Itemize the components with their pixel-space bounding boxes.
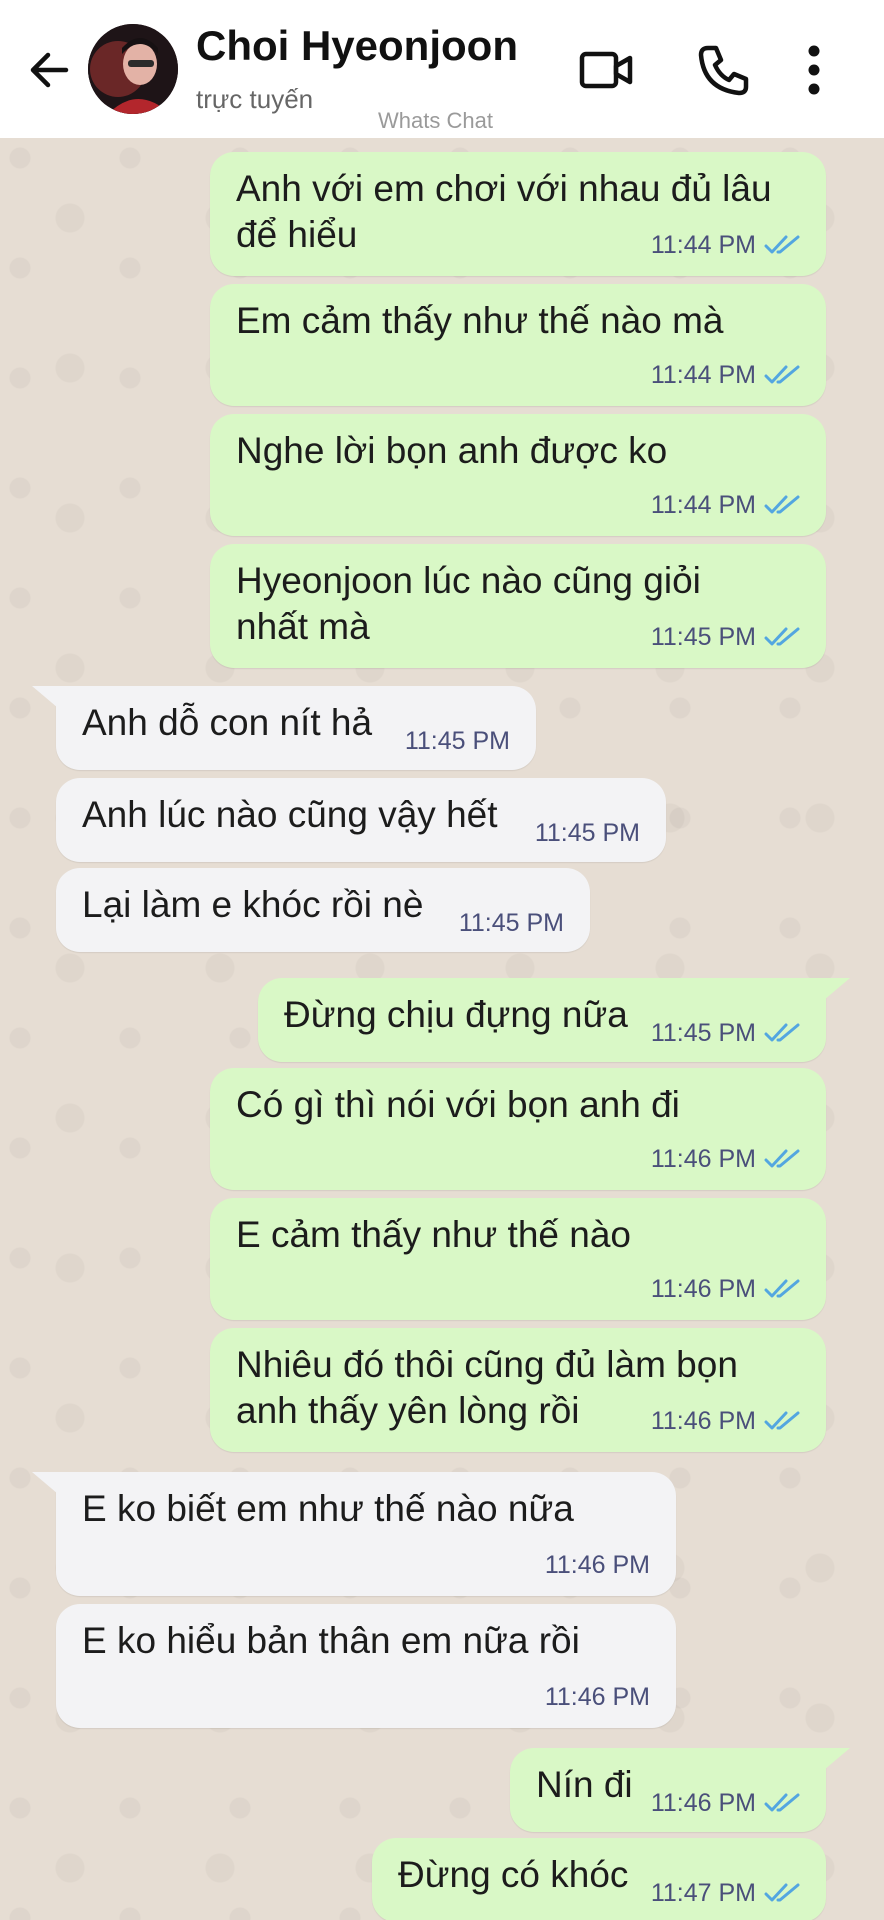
voice-call-button[interactable] — [696, 42, 752, 98]
arrow-left-icon — [30, 52, 69, 88]
message-text: để hiểu — [236, 214, 358, 255]
message-text: Nhiêu đó thôi cũng đủ làm bọn — [236, 1344, 738, 1385]
message-time: 11:45 PM — [650, 1019, 756, 1047]
message-time: 11:45 PM — [458, 909, 564, 937]
message-time: 11:45 PM — [534, 819, 640, 847]
back-button[interactable] — [22, 42, 78, 98]
contact-status: trực tuyến — [196, 84, 314, 114]
video-call-button[interactable] — [578, 46, 634, 94]
double-check-icon — [764, 1148, 802, 1170]
message-time: 11:46 PM — [650, 1145, 756, 1173]
double-check-icon — [764, 1278, 802, 1300]
incoming-message[interactable]: Lại làm e khóc rồi nè 11:45 PM — [56, 868, 590, 952]
avatar-picture — [88, 24, 178, 114]
outgoing-message[interactable]: Hyeonjoon lúc nào cũng giỏi nhất mà 11:45 … — [210, 544, 826, 668]
message-time: 11:44 PM — [650, 491, 756, 519]
outgoing-message[interactable]: Anh với em chơi với nhau đủ lâu để hiểu 11… — [210, 152, 826, 276]
incoming-message[interactable]: Anh dỗ con nít hả 11:45 PM — [32, 686, 536, 770]
outgoing-message[interactable]: Nghe lời bọn anh được ko 11:44 PM — [210, 414, 826, 536]
double-check-icon — [764, 494, 802, 516]
avatar[interactable] — [88, 24, 178, 114]
outgoing-message[interactable]: Đừng có khóc 11:47 PM — [372, 1838, 826, 1920]
message-text: Nín đi — [536, 1764, 633, 1805]
more-options-button[interactable] — [796, 40, 832, 100]
message-time: 11:45 PM — [404, 727, 510, 755]
bubble-tail — [32, 686, 58, 708]
bubble-tail — [824, 1748, 850, 1770]
outgoing-message[interactable]: Đừng chịu đựng nữa 11:45 PM — [258, 978, 850, 1062]
outgoing-message[interactable]: E cảm thấy như thế nào 11:46 PM — [210, 1198, 826, 1320]
double-check-icon — [764, 234, 802, 256]
incoming-message[interactable]: E ko hiểu bản thân em nữa rồi 11:46 PM — [56, 1604, 676, 1728]
message-text: nhất mà — [236, 606, 370, 647]
double-check-icon — [764, 626, 802, 648]
message-time: 11:45 PM — [650, 623, 756, 651]
video-camera-icon — [579, 51, 633, 89]
outgoing-message[interactable]: Có gì thì nói với bọn anh đi 11:46 PM — [210, 1068, 826, 1190]
incoming-message[interactable]: E ko biết em như thế nào nữa 11:46 PM — [32, 1472, 676, 1596]
outgoing-message[interactable]: Nín đi 11:46 PM — [510, 1748, 850, 1832]
message-text: Nghe lời bọn anh được ko — [236, 430, 668, 471]
message-text: Lại làm e khóc rồi nè — [82, 884, 424, 925]
message-time: 11:46 PM — [650, 1789, 756, 1817]
double-check-icon — [764, 1410, 802, 1432]
message-text: Đừng có khóc — [398, 1854, 629, 1895]
outgoing-message[interactable]: Nhiêu đó thôi cũng đủ làm bọn anh thấy yê… — [210, 1328, 826, 1452]
chat-header: Choi Hyeonjoon trực tuyến Whats Chat — [0, 0, 884, 138]
message-time: 11:46 PM — [650, 1407, 756, 1435]
message-time: 11:44 PM — [650, 231, 756, 259]
message-text: Anh lúc nào cũng vậy hết — [82, 794, 498, 835]
outgoing-message[interactable]: Em cảm thấy như thế nào mà 11:44 PM — [210, 284, 826, 406]
message-time: 11:46 PM — [650, 1275, 756, 1303]
contact-name[interactable]: Choi Hyeonjoon — [196, 22, 518, 70]
message-time: 11:47 PM — [650, 1879, 756, 1907]
phone-icon — [698, 45, 749, 96]
message-list[interactable]: Anh với em chơi với nhau đủ lâu để hiểu 11… — [0, 138, 884, 1920]
double-check-icon — [764, 1792, 802, 1814]
bubble-tail — [824, 978, 850, 1000]
message-text: Anh với em chơi với nhau đủ lâu — [236, 168, 772, 209]
message-text: E ko hiểu bản thân em nữa rồi — [82, 1620, 580, 1661]
message-text: Em cảm thấy như thế nào mà — [236, 300, 724, 341]
double-check-icon — [764, 1022, 802, 1044]
message-time: 11:46 PM — [544, 1551, 650, 1579]
message-text: Đừng chịu đựng nữa — [284, 994, 628, 1035]
message-text: anh thấy yên lòng rồi — [236, 1390, 580, 1431]
message-text: Anh dỗ con nít hả — [82, 702, 373, 743]
double-check-icon — [764, 364, 802, 386]
incoming-message[interactable]: Anh lúc nào cũng vậy hết 11:45 PM — [56, 778, 666, 862]
bubble-tail — [32, 1472, 58, 1494]
message-time: 11:44 PM — [650, 361, 756, 389]
message-text: Hyeonjoon lúc nào cũng giỏi — [236, 560, 701, 601]
message-text: E cảm thấy như thế nào — [236, 1214, 632, 1255]
message-text: E ko biết em như thế nào nữa — [82, 1488, 574, 1529]
double-check-icon — [764, 1882, 802, 1904]
message-text: Có gì thì nói với bọn anh đi — [236, 1084, 680, 1125]
more-vertical-icon — [808, 45, 820, 95]
app-watermark: Whats Chat — [378, 108, 493, 133]
message-time: 11:46 PM — [544, 1683, 650, 1711]
